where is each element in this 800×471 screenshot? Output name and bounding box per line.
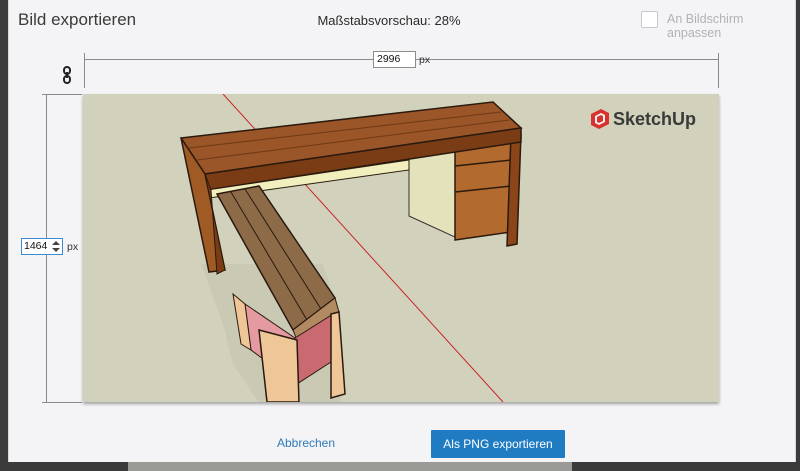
height-dimension-tick-top [42,94,82,95]
export-image-dialog: Bild exportieren Maßstabsvorschau: 28% A… [8,0,796,462]
image-preview: SketchUp [83,94,719,402]
fit-to-screen-checkbox[interactable] [641,11,658,28]
width-dimension-tick-right [718,53,719,88]
height-dimension-tick-bottom [42,402,82,403]
background-window [128,462,572,471]
dialog-title: Bild exportieren [18,10,137,29]
height-input[interactable]: 1464 [21,238,63,255]
sketchup-logo-text: SketchUp [613,109,697,129]
width-input[interactable]: 2996 [373,51,416,68]
fit-to-screen-label[interactable]: An Bildschirm anpassen [667,12,795,40]
spinner-arrows-icon[interactable] [52,241,60,252]
height-input-value: 1464 [24,240,48,252]
height-unit-label: px [67,241,79,253]
scale-preview-label: Maßstabsvorschau: 28% [317,13,461,28]
sketchup-logo-icon [591,109,609,129]
desk-model-illustration [179,94,523,402]
chain-link-icon[interactable] [61,66,73,84]
cancel-button[interactable]: Abbrechen [271,436,341,450]
export-png-button[interactable]: Als PNG exportieren [431,430,565,458]
width-unit-label: px [419,54,431,66]
width-dimension-tick-left [84,53,85,88]
